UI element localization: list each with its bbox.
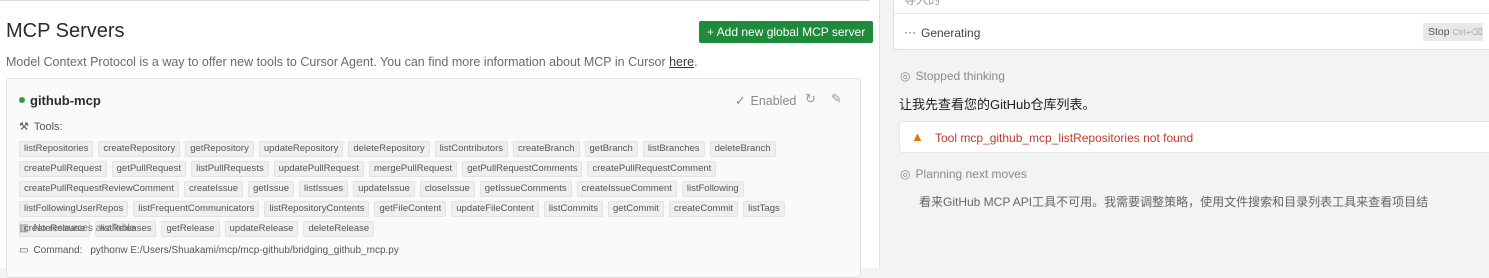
- tool-tag: deleteRelease: [303, 221, 375, 237]
- tool-tag: listFrequentCommunicators: [133, 201, 260, 217]
- tool-tag: getBranch: [584, 141, 638, 157]
- divider: [0, 0, 870, 1]
- tool-tag: updatePullRequest: [273, 161, 364, 177]
- tool-tag: deleteBranch: [709, 141, 776, 157]
- mcp-settings-panel: MCP Servers + Add new global MCP server …: [0, 0, 880, 278]
- tools-icon: ⚒: [19, 121, 29, 133]
- tools-list: listRepositories createRepository getRepos…: [19, 141, 849, 237]
- divider: [894, 13, 1489, 14]
- tool-tag: updateFileContent: [451, 201, 539, 217]
- previous-message-partial: 导入的: [904, 0, 941, 7]
- description-end: .: [694, 55, 698, 69]
- server-card: github-mcp ✓ Enabled ↻ ✎ ⚒ Tools: listRepo…: [6, 78, 861, 278]
- tool-error-box: ▲ Tool mcp_github_mcp_listRepositories n…: [899, 121, 1489, 153]
- tool-tag: getPullRequestComments: [462, 161, 583, 177]
- tool-error-text: Tool mcp_github_mcp_listRepositories not…: [935, 131, 1194, 145]
- warning-icon: ▲: [911, 129, 924, 144]
- planning-text: 看来GitHub MCP API工具不可用。我需要调整策略，使用文件搜索和目录列…: [919, 195, 1429, 209]
- tool-tag: listContributors: [434, 141, 508, 157]
- stop-shortcut: Ctrl+⌫: [1452, 27, 1483, 37]
- tool-tag: getFileContent: [374, 201, 447, 217]
- tool-tag: listRepositoryContents: [264, 201, 370, 217]
- tool-tag: createPullRequest: [19, 161, 107, 177]
- tool-tag: createIssueComment: [576, 181, 677, 197]
- mcp-description: Model Context Protocol is a way to offer…: [6, 55, 698, 69]
- tool-tag: closeIssue: [419, 181, 475, 197]
- tool-tag: mergePullRequest: [368, 161, 458, 177]
- planning-label: Planning next moves: [915, 167, 1027, 181]
- tool-tag: createBranch: [512, 141, 580, 157]
- tool-tag: updateRelease: [224, 221, 299, 237]
- stopped-thinking-label: Stopped thinking: [915, 69, 1005, 83]
- tool-tag: getIssueComments: [479, 181, 572, 197]
- tools-header: ⚒ Tools:: [19, 120, 63, 133]
- description-text: Model Context Protocol is a way to offer…: [6, 55, 670, 69]
- chat-panel: 导入的 ··· Generating Stop Ctrl+⌫ ◎ Stopped …: [893, 0, 1489, 268]
- tool-tag: createPullRequestReviewComment: [19, 181, 179, 197]
- stop-label: Stop: [1428, 26, 1450, 38]
- stopped-thinking[interactable]: ◎ Stopped thinking: [900, 69, 1005, 83]
- tool-tag: createRepository: [98, 141, 181, 157]
- server-command: ▭ Command: pythonw E:/Users/Shuakami/mcp/m…: [19, 245, 399, 256]
- command-label: Command:: [33, 245, 83, 256]
- tool-tag: listFollowing: [681, 181, 744, 197]
- mcp-docs-link[interactable]: here: [669, 55, 694, 69]
- dots-icon: ···: [904, 25, 916, 39]
- no-resources-label: No resources available: [33, 223, 136, 234]
- tool-tag: listFollowingUserRepos: [19, 201, 129, 217]
- tool-tag: getCommit: [608, 201, 664, 217]
- command-icon: ▭: [19, 245, 29, 256]
- command-value: pythonw E:/Users/Shuakami/mcp/mcp-github…: [90, 245, 399, 256]
- planning-status[interactable]: ◎ Planning next moves: [900, 167, 1027, 181]
- generating-status: Generating: [921, 26, 981, 40]
- server-name: github-mcp: [30, 93, 101, 108]
- tools-label: Tools:: [33, 121, 63, 133]
- tool-tag: getRelease: [161, 221, 220, 237]
- server-status[interactable]: ✓ Enabled: [735, 93, 796, 108]
- tool-tag: getPullRequest: [111, 161, 187, 177]
- tool-tag: getIssue: [248, 181, 295, 197]
- add-mcp-server-button[interactable]: + Add new global MCP server: [699, 21, 874, 43]
- stop-button[interactable]: Stop Ctrl+⌫: [1423, 23, 1483, 41]
- tool-tag: deleteRepository: [348, 141, 430, 157]
- generation-box: 导入的 ··· Generating Stop Ctrl+⌫: [893, 0, 1489, 50]
- no-resources: ▥ No resources available: [19, 223, 135, 234]
- tool-tag: listCommits: [543, 201, 603, 217]
- check-icon: ✓: [735, 94, 746, 108]
- tool-tag: listTags: [743, 201, 785, 217]
- tool-tag: createPullRequestComment: [587, 161, 717, 177]
- tool-tag: createIssue: [183, 181, 244, 197]
- brain-icon: ◎: [900, 167, 911, 181]
- tool-tag: listIssues: [299, 181, 349, 197]
- page-title: MCP Servers: [6, 20, 125, 42]
- refresh-icon[interactable]: ↻: [805, 91, 816, 107]
- brain-icon: ◎: [900, 69, 911, 83]
- resources-icon: ▥: [19, 223, 29, 234]
- tool-tag: createCommit: [668, 201, 739, 217]
- assistant-message: 让我先查看您的GitHub仓库列表。: [899, 97, 1096, 112]
- tool-tag: updateIssue: [353, 181, 415, 197]
- tool-tag: getRepository: [185, 141, 254, 157]
- server-status-label: Enabled: [750, 94, 797, 108]
- server-status-dot: [19, 97, 25, 103]
- edit-icon[interactable]: ✎: [831, 91, 842, 107]
- tool-tag: updateRepository: [258, 141, 344, 157]
- tool-tag: listPullRequests: [191, 161, 269, 177]
- tool-tag: listBranches: [642, 141, 705, 157]
- tool-tag: listRepositories: [19, 141, 94, 157]
